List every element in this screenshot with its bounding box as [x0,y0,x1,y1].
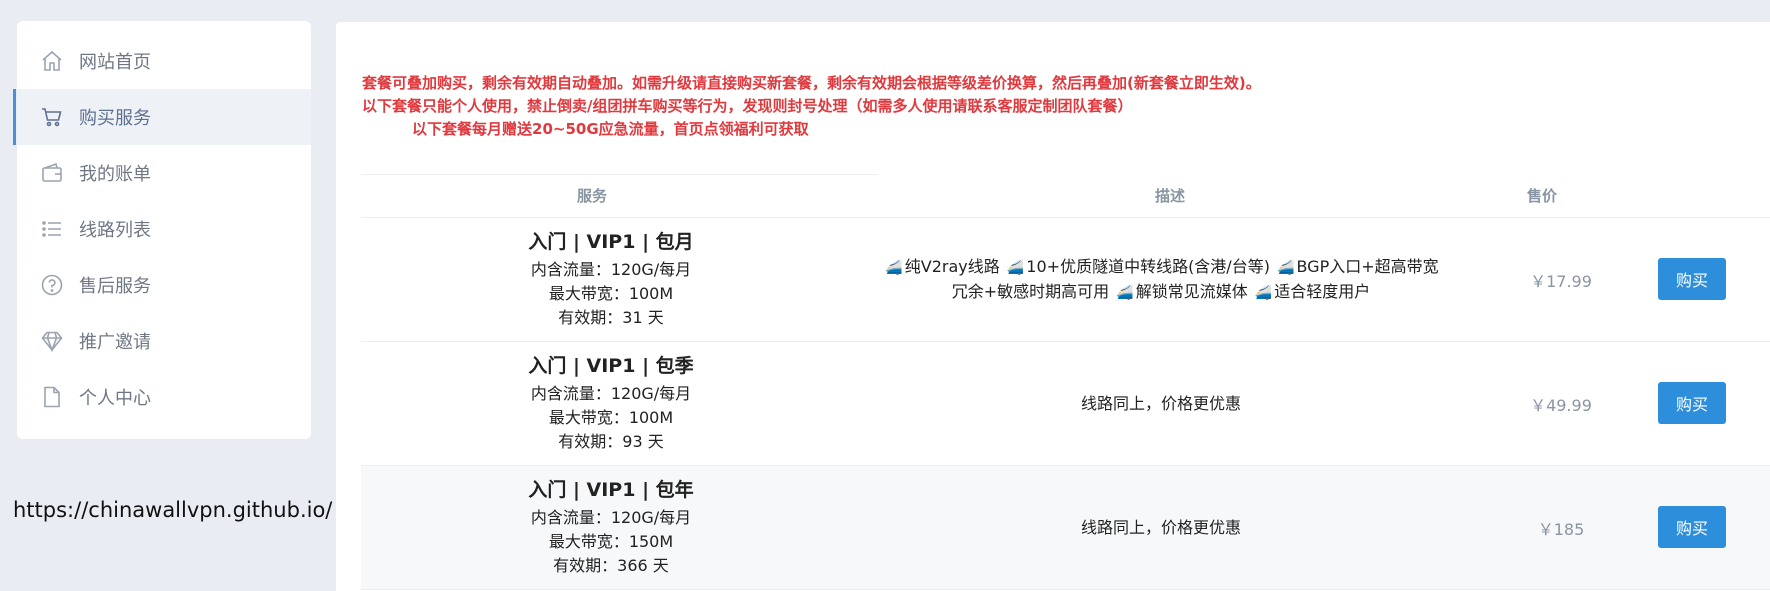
plan-desc: 线路同上，价格更优惠 [1080,393,1241,413]
plan-info: 入门 | VIP1 | 包季 内含流量：120G/每月 最大带宽：100M 有效… [456,352,766,454]
plan-desc: 线路同上，价格更优惠 [1080,517,1241,537]
footer-url: https://chinawallvpn.github.io/ [13,498,333,522]
plan-validity: 有效期：31 天 [558,308,664,327]
plan-desc: 🚄 纯V2ray线路 🚄 10+优质隧道中转线路(含港/台等) 🚄 BGP入口+超高带… [876,218,1446,341]
diamond-icon [39,328,65,354]
train-icon: 🚄 [1277,259,1295,276]
sidebar-item-label: 个人中心 [79,388,151,409]
sidebar-item-home[interactable]: 网站首页 [17,33,311,89]
notice-line: 套餐可叠加购买，剩余有效期自动叠加。如需升级请直接购买新套餐，剩余有效期会根据等… [362,74,1261,92]
column-header-desc: 描述 [1155,187,1186,205]
desc-part: 纯V2ray线路 [904,256,1000,276]
notice-line: 以下套餐只能个人使用，禁止倒卖/组团拼车购买等行为，发现则封号处理（如需多人使用… [362,97,1133,115]
plan-price: ￥185 [1537,519,1585,539]
desc-part: 适合轻度用户 [1274,281,1371,301]
desc-part: 解锁常见流媒体 [1135,281,1248,301]
sidebar-item-label: 线路列表 [79,220,151,241]
train-icon: 🚄 [1006,259,1025,276]
plan-bandwidth: 最大带宽：100M [548,284,674,303]
plan-name: 入门 | VIP1 | 包季 [528,355,694,377]
sidebar-item-routes[interactable]: 线路列表 [17,201,311,257]
sidebar-item-buy-service[interactable]: 购买服务 [13,89,311,145]
file-icon [39,384,65,410]
cart-icon [39,104,65,130]
help-icon [39,272,65,298]
plan-validity: 有效期：366 天 [553,556,669,575]
plan-bandwidth: 最大带宽：100M [548,408,674,427]
table-header: 服务 描述 售价 [361,174,1770,218]
sidebar-item-invite[interactable]: 推广邀请 [17,313,311,369]
plan-price: ￥17.99 [1530,271,1592,291]
main-panel: 套餐可叠加购买，剩余有效期自动叠加。如需升级请直接购买新套餐，剩余有效期会根据等… [336,22,1770,591]
sidebar-item-profile[interactable]: 个人中心 [17,369,311,425]
plan-name: 入门 | VIP1 | 包年 [528,479,694,501]
plan-name: 入门 | VIP1 | 包月 [528,231,694,253]
sidebar-item-label: 网站首页 [79,52,151,73]
plan-info: 入门 | VIP1 | 包年 内含流量：120G/每月 最大带宽：150M 有效… [456,476,766,578]
buy-button[interactable]: 购买 [1658,506,1726,548]
list-icon [39,216,65,242]
sidebar-nav: 网站首页 购买服务 我的账单 线路列表 售后服务 推广邀请 个人中心 [13,21,311,439]
home-icon [39,48,65,74]
wallet-icon [39,160,65,186]
plan-validity: 有效期：93 天 [558,432,664,451]
table-row: 入门 | VIP1 | 包季 内含流量：120G/每月 最大带宽：100M 有效… [361,342,1770,466]
sidebar-item-bills[interactable]: 我的账单 [17,145,311,201]
plan-bandwidth: 最大带宽：150M [548,532,674,551]
desc-part: 10+优质隧道中转线路(含港/台等) [1026,256,1270,276]
sidebar-item-label: 售后服务 [79,276,151,297]
table-row: 入门 | VIP1 | 包年 内含流量：120G/每月 最大带宽：150M 有效… [361,466,1770,590]
plan-traffic: 内含流量：120G/每月 [530,384,692,403]
sidebar-item-label: 我的账单 [79,164,151,185]
plan-traffic: 内含流量：120G/每月 [530,508,692,527]
purchase-notice: 套餐可叠加购买，剩余有效期自动叠加。如需升级请直接购买新套餐，剩余有效期会根据等… [362,72,1261,141]
buy-button[interactable]: 购买 [1658,382,1726,424]
buy-button[interactable]: 购买 [1658,258,1726,300]
train-icon: 🚄 [1116,284,1134,301]
train-icon: 🚄 [1254,284,1273,301]
plans-table: 服务 描述 售价 入门 | VIP1 | 包月 内含流量：120G/每月 最大带… [361,174,1770,590]
plan-price: ￥49.99 [1530,395,1592,415]
sidebar-item-label: 推广邀请 [79,332,151,353]
table-row: 入门 | VIP1 | 包月 内含流量：120G/每月 最大带宽：100M 有效… [361,218,1770,342]
column-header-price: 售价 [1527,187,1558,205]
plan-info: 入门 | VIP1 | 包月 内含流量：120G/每月 最大带宽：100M 有效… [456,228,766,330]
plan-traffic: 内含流量：120G/每月 [530,260,692,279]
column-header-service: 服务 [577,187,608,205]
sidebar-item-label: 购买服务 [79,108,151,129]
train-icon: 🚄 [885,259,903,276]
notice-line: 以下套餐每月赠送20~50G应急流量，首页点领福利可获取 [412,120,809,138]
sidebar-item-support[interactable]: 售后服务 [17,257,311,313]
